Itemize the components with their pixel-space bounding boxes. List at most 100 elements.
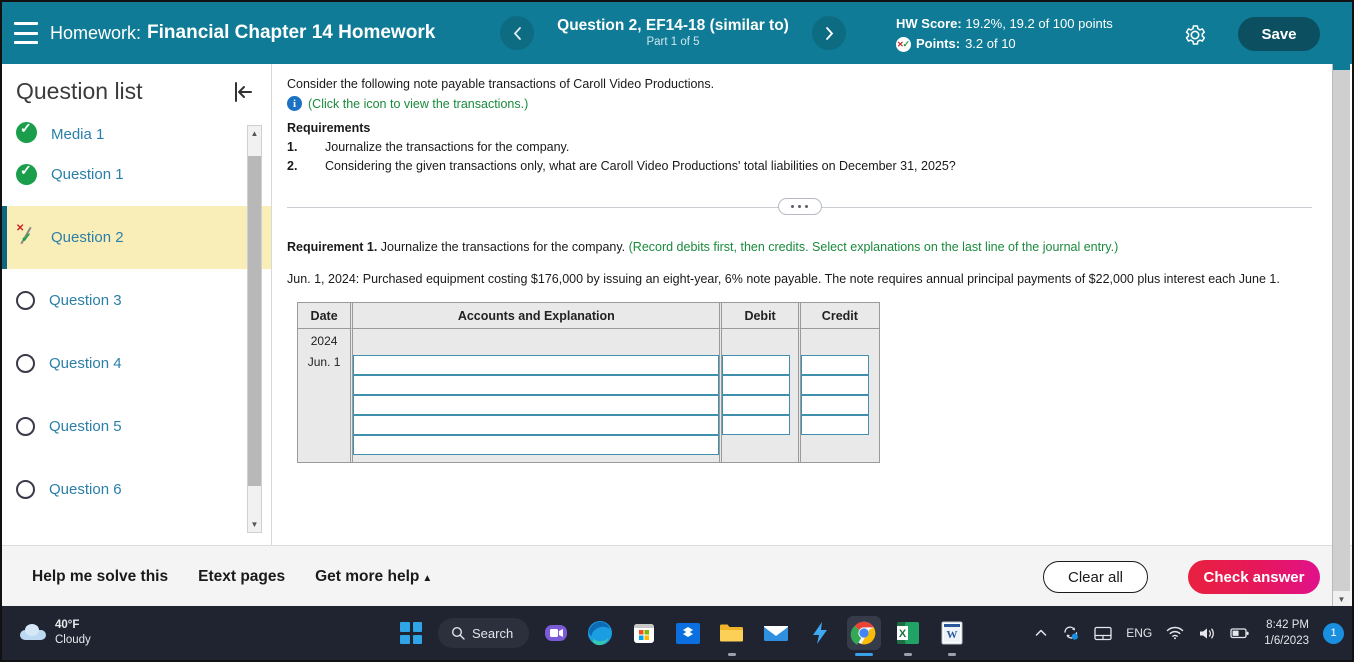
requirement-text: Considering the given transactions only,… xyxy=(325,159,956,173)
credit-input-row-2[interactable] xyxy=(800,375,869,395)
table-row xyxy=(298,375,879,395)
sidebar-title: Question list xyxy=(16,78,143,104)
sidebar-item-label: Question 1 xyxy=(51,166,124,183)
debit-input-row-2[interactable] xyxy=(722,375,791,395)
taskbar-search-button[interactable]: Search xyxy=(438,618,530,648)
date-year: 2024 xyxy=(310,334,338,348)
transaction-description: Jun. 1, 2024: Purchased equipment costin… xyxy=(287,272,1280,286)
excel-icon[interactable]: X xyxy=(891,616,925,650)
clear-all-button[interactable]: Clear all xyxy=(1043,561,1148,593)
account-input-row-1[interactable] xyxy=(353,355,720,375)
file-explorer-icon[interactable] xyxy=(715,616,749,656)
sidebar-item-label: Question 3 xyxy=(49,292,122,309)
explanation-input-row-5[interactable] xyxy=(353,435,720,455)
account-input-row-4[interactable] xyxy=(353,415,720,435)
account-cell xyxy=(353,329,723,375)
next-question-button[interactable] xyxy=(812,16,846,50)
sidebar-item-question-3[interactable]: Question 3 xyxy=(2,269,271,332)
account-input-row-3[interactable] xyxy=(353,395,720,415)
microsoft-store-icon[interactable] xyxy=(627,616,661,650)
credit-cell-empty xyxy=(800,435,879,462)
word-icon[interactable]: W xyxy=(935,616,969,650)
question-title: Question 2, EF14-18 (similar to) xyxy=(557,17,789,34)
table-row xyxy=(298,395,879,415)
collapse-sidebar-button[interactable] xyxy=(229,79,255,105)
sidebar-item-label: Question 5 xyxy=(49,418,122,435)
sidebar-item-question-6[interactable]: Question 6 xyxy=(2,458,271,521)
tray-language-label[interactable]: ENG xyxy=(1126,626,1152,640)
hamburger-menu-icon[interactable] xyxy=(14,22,38,44)
requirement-1-hint: (Record debits first, then credits. Sele… xyxy=(628,240,1119,254)
onedrive-sync-icon[interactable] xyxy=(1062,625,1080,641)
column-header-debit: Debit xyxy=(722,303,801,329)
table-row: 2024 Jun. 1 xyxy=(298,329,879,462)
sidebar-scrollbar[interactable]: ▲ ▼ xyxy=(247,125,262,533)
app-header: Homework: Financial Chapter 14 Homework … xyxy=(2,2,1352,64)
credit-cell xyxy=(800,375,879,395)
homework-title: Financial Chapter 14 Homework xyxy=(147,22,436,43)
volume-icon[interactable] xyxy=(1198,626,1216,641)
ellipsis-expander-button[interactable] xyxy=(777,198,822,215)
edge-browser-icon[interactable] xyxy=(583,616,617,650)
credit-input-row-1[interactable] xyxy=(800,355,869,375)
chrome-browser-icon[interactable] xyxy=(847,616,882,650)
account-cell xyxy=(353,395,723,415)
sidebar-item-label: Question 6 xyxy=(49,481,122,498)
info-icon[interactable]: i xyxy=(287,96,302,111)
settings-button[interactable] xyxy=(1183,23,1207,47)
mail-icon[interactable] xyxy=(759,616,793,650)
taskbar-clock[interactable]: 8:42 PM 1/6/2023 xyxy=(1264,617,1309,649)
battery-icon[interactable] xyxy=(1230,626,1250,640)
requirement-text: Journalize the transactions for the comp… xyxy=(325,140,570,154)
touchpad-icon[interactable] xyxy=(1094,626,1112,641)
scroll-up-arrow-icon[interactable]: ▲ xyxy=(248,126,261,141)
taskbar-app-icons: Search X W xyxy=(394,616,969,656)
sidebar-header: Question list xyxy=(2,64,271,117)
requirement-1-line: Requirement 1. Journalize the transactio… xyxy=(287,238,1322,256)
save-button[interactable]: Save xyxy=(1238,17,1320,51)
requirement-1-label: Requirement 1. xyxy=(287,240,378,254)
account-input-row-2[interactable] xyxy=(353,375,720,395)
debit-input-row-1[interactable] xyxy=(722,355,791,375)
credit-input-row-4[interactable] xyxy=(800,415,869,435)
etext-pages-link[interactable]: Etext pages xyxy=(198,568,285,586)
previous-question-button[interactable] xyxy=(500,16,534,50)
account-cell xyxy=(353,375,723,395)
table-row xyxy=(298,415,879,435)
clock-date: 1/6/2023 xyxy=(1264,635,1309,647)
dropbox-icon[interactable] xyxy=(671,616,705,650)
sidebar-scrollbar-thumb[interactable] xyxy=(248,156,261,486)
scroll-down-arrow-icon[interactable]: ▼ xyxy=(248,517,261,532)
debit-input-row-4[interactable] xyxy=(722,415,791,435)
notification-badge[interactable]: 1 xyxy=(1323,622,1344,644)
lightning-icon[interactable] xyxy=(803,616,837,650)
page-scrollbar[interactable]: ▼ xyxy=(1332,64,1350,608)
debit-cell-empty xyxy=(722,435,801,462)
debit-input-row-3[interactable] xyxy=(722,395,791,415)
table-header-row: Date Accounts and Explanation Debit Cred… xyxy=(298,303,879,329)
table-row xyxy=(298,435,879,462)
windows-start-icon[interactable] xyxy=(394,616,428,650)
wifi-icon[interactable] xyxy=(1166,626,1184,640)
credit-input-row-3[interactable] xyxy=(800,395,869,415)
check-answer-button[interactable]: Check answer xyxy=(1188,560,1320,594)
hw-score-row: HW Score: 19.2%, 19.2 of 100 points xyxy=(896,14,1113,34)
transactions-link[interactable]: (Click the icon to view the transactions… xyxy=(308,97,528,111)
cloud-icon xyxy=(20,624,46,642)
sidebar-item-question-2[interactable]: Question 2 xyxy=(2,206,271,269)
system-tray: ENG 8:42 PM 1/6/2023 1 xyxy=(1034,617,1344,649)
sidebar-item-question-5[interactable]: Question 5 xyxy=(2,395,271,458)
help-me-solve-this-link[interactable]: Help me solve this xyxy=(32,568,168,586)
get-more-help-link[interactable]: Get more help ▲ xyxy=(315,568,432,586)
points-label: Points: xyxy=(916,36,961,51)
chevron-right-icon xyxy=(825,26,833,40)
show-hidden-icons-icon[interactable] xyxy=(1034,626,1048,640)
question-navigator: Question 2, EF14-18 (similar to) Part 1 … xyxy=(500,2,846,64)
sidebar-item-question-1[interactable]: Question 1 xyxy=(2,143,271,206)
weather-widget[interactable]: 40°F Cloudy xyxy=(20,618,91,648)
points-row: Points: 3.2 of 10 xyxy=(896,34,1113,55)
sidebar-item-media-1[interactable]: Media 1 xyxy=(2,117,271,143)
teams-chat-icon[interactable] xyxy=(539,616,573,650)
dot-icon xyxy=(791,205,794,208)
sidebar-item-question-4[interactable]: Question 4 xyxy=(2,332,271,395)
